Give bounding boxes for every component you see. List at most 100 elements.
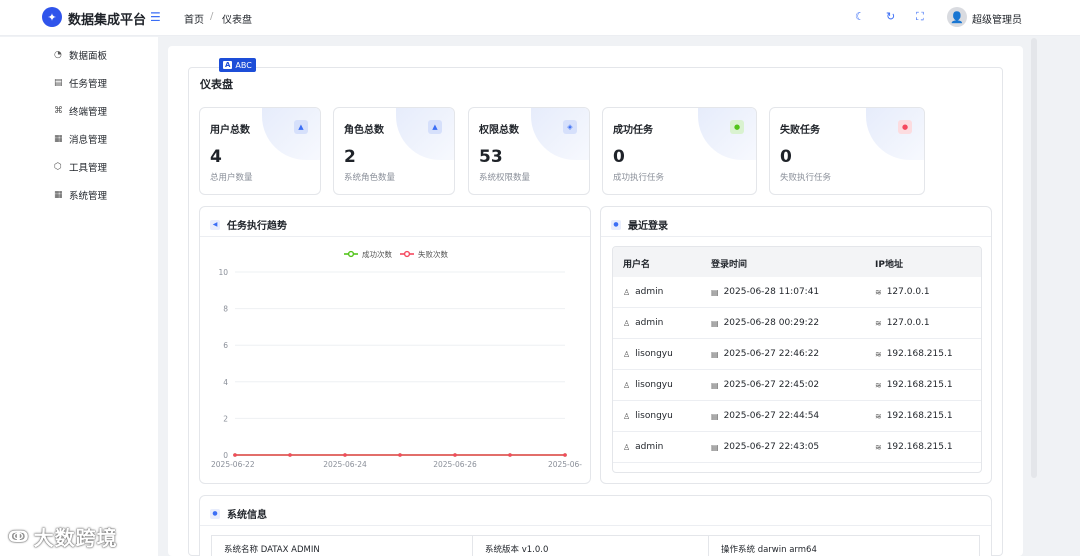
stat-value: 4 <box>210 147 222 167</box>
menu-toggle-icon[interactable]: ☰ <box>150 10 161 24</box>
breadcrumb-current: 仪表盘 <box>222 15 252 26</box>
system-info-title: 系统信息 <box>227 510 267 521</box>
stat-card-permissions: ◈ 权限总数 53 系统权限数量 <box>468 107 590 195</box>
divider <box>708 536 709 556</box>
login-time-cell: ▤ 2025-06-28 00:29:22 <box>711 318 819 328</box>
card-decoration <box>698 108 756 160</box>
ip-cell: ≋ 127.0.0.1 <box>875 318 930 328</box>
data-point <box>343 453 347 457</box>
calendar-icon: ▤ <box>711 411 719 421</box>
tag-text: ABC <box>235 60 252 70</box>
sidebar-item-terminals[interactable]: ⌘ 终端管理 <box>54 104 107 118</box>
column-header-login-time[interactable]: 登录时间 <box>711 257 747 270</box>
scrollbar[interactable] <box>1031 38 1037 478</box>
stat-subtitle: 系统权限数量 <box>479 173 531 183</box>
user-icon: ♙ <box>623 349 631 359</box>
grid-icon: ▦ <box>54 134 63 144</box>
username-value: lisongyu <box>635 380 673 390</box>
card-decoration <box>262 108 320 160</box>
page-title: 仪表盘 <box>200 78 233 91</box>
avatar[interactable]: 👤 <box>947 7 967 27</box>
sidebar-item-label: 任务管理 <box>69 79 108 90</box>
ip-value: 192.168.215.1 <box>886 380 953 390</box>
refresh-icon[interactable]: ↻ <box>886 10 895 23</box>
sidebar-item-label: 工具管理 <box>69 163 108 174</box>
legend-label: 成功次数 <box>362 249 392 259</box>
calendar-icon: ▤ <box>711 287 719 297</box>
calendar-icon: ▤ <box>711 349 719 359</box>
login-time-cell: ▤ 2025-06-27 22:45:02 <box>711 380 819 390</box>
username-value: lisongyu <box>635 411 673 421</box>
column-header-ip[interactable]: IP地址 <box>875 257 903 270</box>
moon-icon[interactable]: ☾ <box>855 10 865 23</box>
stat-label: 成功任务 <box>613 125 653 136</box>
sidebar-item-tools[interactable]: ⬡ 工具管理 <box>54 160 107 174</box>
system-info-header: ● 系统信息 <box>210 506 267 521</box>
sidebar-item-label: 数据面板 <box>69 51 108 62</box>
data-point <box>453 453 457 457</box>
username-cell: ♙ lisongyu <box>623 380 673 390</box>
system-info-grid: 系统名称 DATAX ADMIN 系统版本 v1.0.0 操作系统 darwin… <box>211 535 980 556</box>
data-point <box>508 453 512 457</box>
ip-value: 127.0.0.1 <box>886 318 930 328</box>
y-tick-label: 2 <box>223 414 228 423</box>
login-table: 用户名 登录时间 IP地址 ♙ admin ▤ 2025-06-28 11:07:41… <box>612 246 982 473</box>
sidebar: ◔ 数据面板 ▤ 任务管理 ⌘ 终端管理 ▦ 消息管理 ⬡ 工具管理 ▦ 系统管… <box>0 37 158 556</box>
grid-icon: ▦ <box>54 190 63 200</box>
table-row: ♙ lisongyu ▤ 2025-06-27 22:44:54 ≋ 192.168.21… <box>613 401 981 432</box>
stat-value: 0 <box>613 147 625 167</box>
x-tick-label: 2025-06- <box>548 460 582 469</box>
stat-subtitle: 系统角色数量 <box>344 173 396 183</box>
x-tick-label: 2025-06-26 <box>433 460 477 469</box>
username-value: lisongyu <box>635 349 673 359</box>
ip-cell: ≋ 192.168.215.1 <box>875 411 953 421</box>
calendar-icon: ▤ <box>711 380 719 390</box>
x-tick-label: 2025-06-24 <box>323 460 367 469</box>
user-icon: ♙ <box>623 411 631 421</box>
divider <box>601 236 991 237</box>
login-time-cell: ▤ 2025-06-27 22:46:22 <box>711 349 819 359</box>
sidebar-item-data-panel[interactable]: ◔ 数据面板 <box>54 48 107 62</box>
compass-icon[interactable]: ✦ <box>42 7 62 27</box>
sidebar-item-messages[interactable]: ▦ 消息管理 <box>54 132 107 146</box>
column-header-username[interactable]: 用户名 <box>623 257 650 270</box>
breadcrumb-home[interactable]: 首页 <box>184 11 204 26</box>
role-icon: ▲ <box>428 120 442 134</box>
fullscreen-icon[interactable]: ⛶ <box>916 10 924 24</box>
user-icon: ♙ <box>623 380 631 390</box>
language-tag[interactable]: A ABC <box>219 58 256 72</box>
card-decoration <box>531 108 589 160</box>
stat-card-success-tasks: ● 成功任务 0 成功执行任务 <box>602 107 757 195</box>
stat-card-roles: ▲ 角色总数 2 系统角色数量 <box>333 107 455 195</box>
user-name[interactable]: 超级管理员 <box>972 11 1022 26</box>
y-tick-label: 10 <box>218 268 228 277</box>
stat-subtitle: 失败执行任务 <box>780 173 832 183</box>
trend-panel: ◀ 任务执行趋势 0 2 4 6 8 10 2025-06-22 2025-06-24 2025… <box>199 206 591 484</box>
ip-value: 192.168.215.1 <box>886 349 953 359</box>
stat-card-failed-tasks: ● 失败任务 0 失败执行任务 <box>769 107 925 195</box>
data-point <box>398 453 402 457</box>
login-time-cell: ▤ 2025-06-27 22:43:05 <box>711 442 819 452</box>
table-row: ♙ lisongyu ▤ 2025-06-27 22:45:02 ≋ 192.168.21… <box>613 370 981 401</box>
stat-label: 失败任务 <box>780 125 820 136</box>
system-name: 系统名称 DATAX ADMIN <box>224 545 320 555</box>
login-time-value: 2025-06-27 22:45:02 <box>723 380 820 390</box>
ip-value: 192.168.215.1 <box>886 411 953 421</box>
y-tick-label: 0 <box>223 451 228 460</box>
username-value: admin <box>635 442 664 452</box>
ip-value: 127.0.0.1 <box>886 287 930 297</box>
stat-subtitle: 成功执行任务 <box>613 173 665 183</box>
watermark-text: 大数跨境 <box>33 526 118 550</box>
watermark-logo-icon: ↂ <box>8 527 30 546</box>
user-icon: ♙ <box>623 442 631 452</box>
legend-marker <box>403 250 411 258</box>
ip-cell: ≋ 192.168.215.1 <box>875 442 953 452</box>
app-title: 数据集成平台 <box>68 13 147 28</box>
username-value: admin <box>635 287 664 297</box>
stat-label: 角色总数 <box>344 125 384 136</box>
sidebar-item-system[interactable]: ▦ 系统管理 <box>54 188 107 202</box>
sidebar-item-tasks[interactable]: ▤ 任务管理 <box>54 76 107 90</box>
user-icon: ▲ <box>294 120 308 134</box>
stat-value: 53 <box>479 147 503 167</box>
stat-subtitle: 总用户数量 <box>210 173 253 183</box>
